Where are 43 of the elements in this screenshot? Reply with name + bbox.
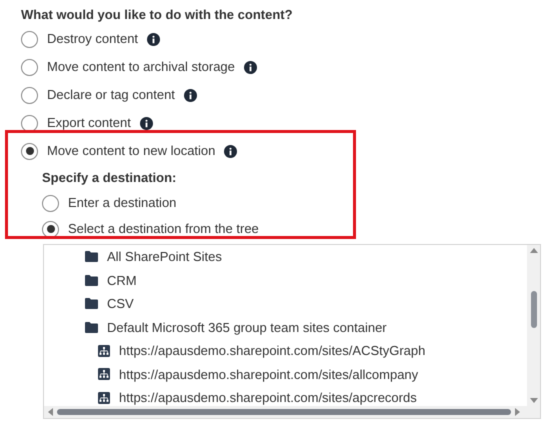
- radio-button[interactable]: [42, 220, 59, 238]
- tree-item[interactable]: https://apausdemo.sharepoint.com/sites/allcompany: [119, 364, 418, 384]
- sitemap-icon: [98, 392, 110, 404]
- radio-button[interactable]: [21, 142, 38, 160]
- tree-item[interactable]: All SharePoint Sites: [107, 247, 222, 266]
- option-label[interactable]: Destroy content: [47, 29, 138, 49]
- folder-icon: [85, 298, 98, 310]
- folder-icon: [85, 322, 98, 333]
- info-icon[interactable]: [140, 116, 153, 130]
- vertical-scrollbar[interactable]: [527, 245, 540, 406]
- scroll-left-icon[interactable]: [48, 408, 53, 416]
- scrollbar-thumb[interactable]: [530, 291, 536, 328]
- info-icon[interactable]: [147, 32, 160, 46]
- radio-button[interactable]: [21, 86, 38, 104]
- option-label[interactable]: Export content: [47, 113, 131, 133]
- radio-button[interactable]: [21, 114, 38, 132]
- folder-icon: [85, 251, 98, 262]
- question-label: What would you like to do with the content?: [21, 6, 294, 24]
- option-label[interactable]: Select a destination from the tree: [68, 219, 259, 239]
- tree-item[interactable]: Default Microsoft 365 group team sites container: [107, 318, 387, 337]
- tree-item[interactable]: https://apausdemo.sharepoint.com/sites/ACStyGraph: [119, 341, 426, 360]
- radio-button[interactable]: [21, 58, 38, 76]
- info-icon[interactable]: [224, 144, 238, 158]
- heading: Specify a destination:: [42, 168, 178, 187]
- option-label[interactable]: Declare or tag content: [47, 85, 175, 105]
- option-label[interactable]: Enter a destination: [68, 193, 176, 213]
- sitemap-icon: [98, 344, 110, 357]
- sitemap-icon: [98, 368, 110, 380]
- scroll-right-icon[interactable]: [515, 408, 520, 416]
- scroll-down-icon[interactable]: [530, 398, 538, 403]
- option-label[interactable]: Move content to new location: [47, 141, 216, 161]
- info-icon[interactable]: [244, 60, 257, 74]
- folder-icon: [85, 274, 98, 286]
- horizontal-scrollbar[interactable]: [44, 406, 540, 418]
- info-icon[interactable]: [184, 88, 197, 102]
- scrollbar-thumb[interactable]: [57, 409, 511, 415]
- tree-item[interactable]: CRM: [107, 270, 137, 290]
- tree-item[interactable]: CSV: [107, 294, 134, 314]
- scroll-up-icon[interactable]: [530, 248, 538, 253]
- radio-button[interactable]: [42, 194, 59, 212]
- option-label[interactable]: Move content to archival storage: [47, 57, 235, 77]
- radio-button[interactable]: [21, 30, 38, 48]
- tree-item[interactable]: https://apausdemo.sharepoint.com/sites/apcrecords: [119, 388, 417, 406]
